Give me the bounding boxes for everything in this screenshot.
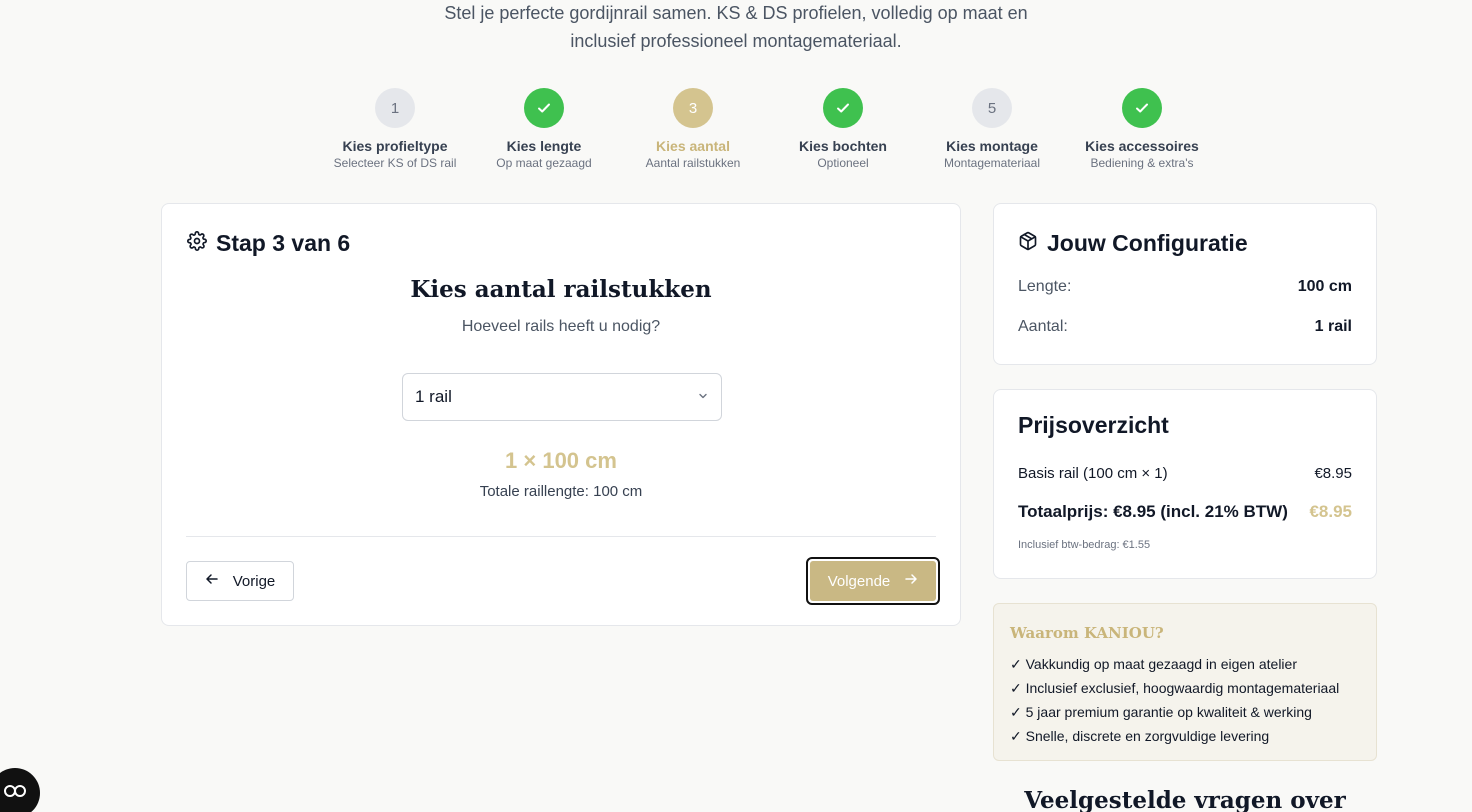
config-row-quantity: Aantal: 1 rail — [1018, 318, 1352, 336]
step-6-title: Kies accessoires — [1085, 138, 1199, 154]
list-item: ✓ Vakkundig op maat gezaagd in eigen ate… — [1010, 656, 1297, 672]
config-row-label: Aantal: — [1018, 318, 1068, 335]
step-5-title: Kies montage — [946, 138, 1038, 154]
step-card: Stap 3 van 6 Kies aantal railstukken Hoe… — [161, 203, 961, 626]
rail-quantity-value: 1 rail — [415, 387, 452, 406]
step-2-title: Kies lengte — [506, 138, 582, 154]
config-row-label: Lengte: — [1018, 278, 1072, 295]
step-progress: 1 Kies profieltype Selecteer KS of DS ra… — [0, 88, 1472, 178]
step-3-subtitle: Aantal railstukken — [645, 156, 741, 170]
step-counter-title: Stap 3 van 6 — [216, 230, 351, 256]
config-row-length: Lengte: 100 cm — [1018, 278, 1352, 296]
configuration-title: Jouw Configuratie — [1047, 230, 1248, 256]
step-subheading: Hoeveel rails heeft u nodig? — [461, 318, 661, 335]
config-row-value: 1 rail — [1314, 318, 1352, 335]
intro-text: Stel je perfecte gordijnrail samen. KS &… — [444, 3, 1028, 51]
accessibility-button[interactable] — [0, 768, 40, 812]
base-price-row: Basis rail (100 cm × 1) €8.95 — [1018, 465, 1352, 482]
previous-button[interactable]: Vorige — [186, 561, 294, 601]
step-1-subtitle: Selecteer KS of DS rail — [333, 156, 457, 170]
checkmark-icon — [823, 88, 863, 128]
list-item: ✓ Snelle, discrete en zorgvuldige leveri… — [1010, 728, 1270, 744]
price-overview-card: Prijsoverzicht Basis rail (100 cm × 1) €… — [993, 389, 1377, 579]
step-6-subtitle: Bediening & extra's — [1090, 156, 1194, 170]
base-price-value: €8.95 — [1314, 465, 1352, 482]
list-item: ✓ 5 jaar premium garantie op kwaliteit &… — [1010, 704, 1312, 720]
why-kaniou-title: Waarom KANIOU? — [1010, 624, 1164, 642]
total-rail-length: Totale raillengte: 100 cm — [479, 483, 643, 500]
chevron-down-icon — [697, 387, 709, 407]
price-overview-title: Prijsoverzicht — [1018, 412, 1169, 438]
step-card-header: Stap 3 van 6 — [187, 230, 350, 257]
step-3-title: Kies aantal — [656, 138, 730, 154]
arrow-left-icon — [205, 572, 219, 590]
arrow-right-icon — [904, 572, 918, 590]
next-button-inner: Volgende — [810, 561, 936, 601]
base-price-label: Basis rail (100 cm × 1) — [1018, 465, 1168, 482]
divider — [186, 536, 936, 537]
step-2[interactable]: Kies lengte Op maat gezaagd — [464, 88, 624, 171]
configuration-header: Jouw Configuratie — [1018, 230, 1248, 257]
step-4-subtitle: Optioneel — [817, 156, 869, 170]
step-1[interactable]: 1 Kies profieltype Selecteer KS of DS ra… — [315, 88, 475, 171]
intro-text-block: Stel je perfecte gordijnrail samen. KS &… — [0, 0, 1472, 55]
link-icon — [3, 784, 27, 803]
step-5-number: 5 — [972, 88, 1012, 128]
next-button-label: Volgende — [827, 572, 891, 590]
next-button[interactable]: Volgende — [806, 557, 940, 605]
step-4[interactable]: Kies bochten Optioneel — [763, 88, 923, 171]
total-price-value: €8.95 — [1309, 502, 1352, 521]
step-1-title: Kies profieltype — [342, 138, 448, 154]
checkmark-icon — [1122, 88, 1162, 128]
why-kaniou-list: ✓ Vakkundig op maat gezaagd in eigen ate… — [1010, 652, 1339, 748]
gear-icon — [187, 231, 207, 256]
faq-heading: Veelgestelde vragen over — [1024, 787, 1346, 812]
list-item: ✓ Inclusief exclusief, hoogwaardig monta… — [1010, 680, 1340, 696]
total-price-label: Totaalprijs: €8.95 (incl. 21% BTW) — [1018, 502, 1288, 521]
step-heading: Kies aantal railstukken — [410, 276, 712, 303]
rail-quantity-select[interactable]: 1 rail — [402, 373, 722, 421]
configuration-card: Jouw Configuratie Lengte: 100 cm Aantal:… — [993, 203, 1377, 365]
config-row-value: 100 cm — [1297, 278, 1352, 295]
step-6[interactable]: Kies accessoires Bediening & extra's — [1062, 88, 1222, 171]
why-kaniou-card: Waarom KANIOU? ✓ Vakkundig op maat gezaa… — [993, 603, 1377, 761]
step-5[interactable]: 5 Kies montage Montagemateriaal — [912, 88, 1072, 171]
checkmark-icon — [524, 88, 564, 128]
step-1-number: 1 — [375, 88, 415, 128]
package-icon — [1018, 230, 1038, 257]
step-4-title: Kies bochten — [799, 138, 887, 154]
step-3[interactable]: 3 Kies aantal Aantal railstukken — [613, 88, 773, 171]
step-2-subtitle: Op maat gezaagd — [496, 156, 592, 170]
rail-summary: 1 × 100 cm — [505, 448, 617, 473]
step-5-subtitle: Montagemateriaal — [943, 156, 1041, 170]
total-price-row: Totaalprijs: €8.95 (incl. 21% BTW) €8.95 — [1018, 502, 1352, 522]
previous-button-label: Vorige — [232, 572, 276, 590]
step-3-number: 3 — [673, 88, 713, 128]
vat-note: Inclusief btw-bedrag: €1.55 — [1018, 539, 1151, 551]
